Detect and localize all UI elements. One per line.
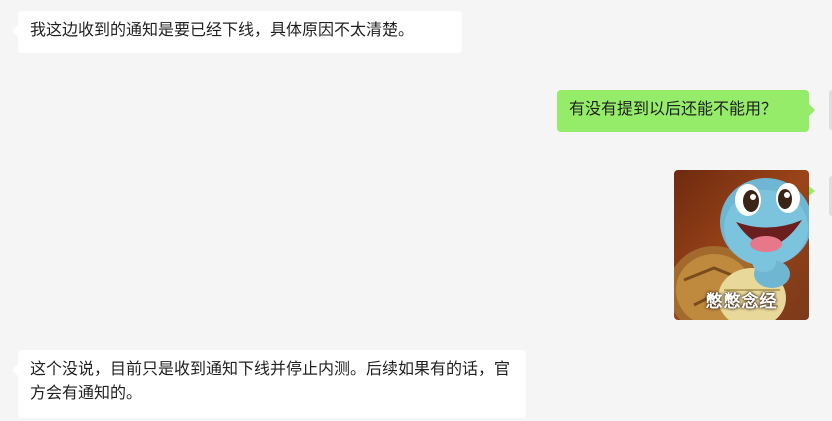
incoming-message-bubble[interactable]: 这个没说，目前只是收到通知下线并停止内测。后续如果有的话，官方会有通知的。 — [12, 350, 526, 418]
sticker-bubble-tail — [809, 186, 815, 196]
sticker-message[interactable]: 憋憋念经 — [674, 170, 809, 320]
sticker-caption: 憋憋念经 — [705, 292, 778, 311]
incoming-message-bubble[interactable]: 我这边收到的通知是要已经下线，具体原因不太清楚。 — [12, 11, 462, 53]
chat-message-list: 我这边收到的通知是要已经下线，具体原因不太清楚。 有没有提到以后还能不能用？ 憋… — [0, 0, 832, 421]
outgoing-message-bubble[interactable]: 有没有提到以后还能不能用？ — [557, 90, 815, 132]
